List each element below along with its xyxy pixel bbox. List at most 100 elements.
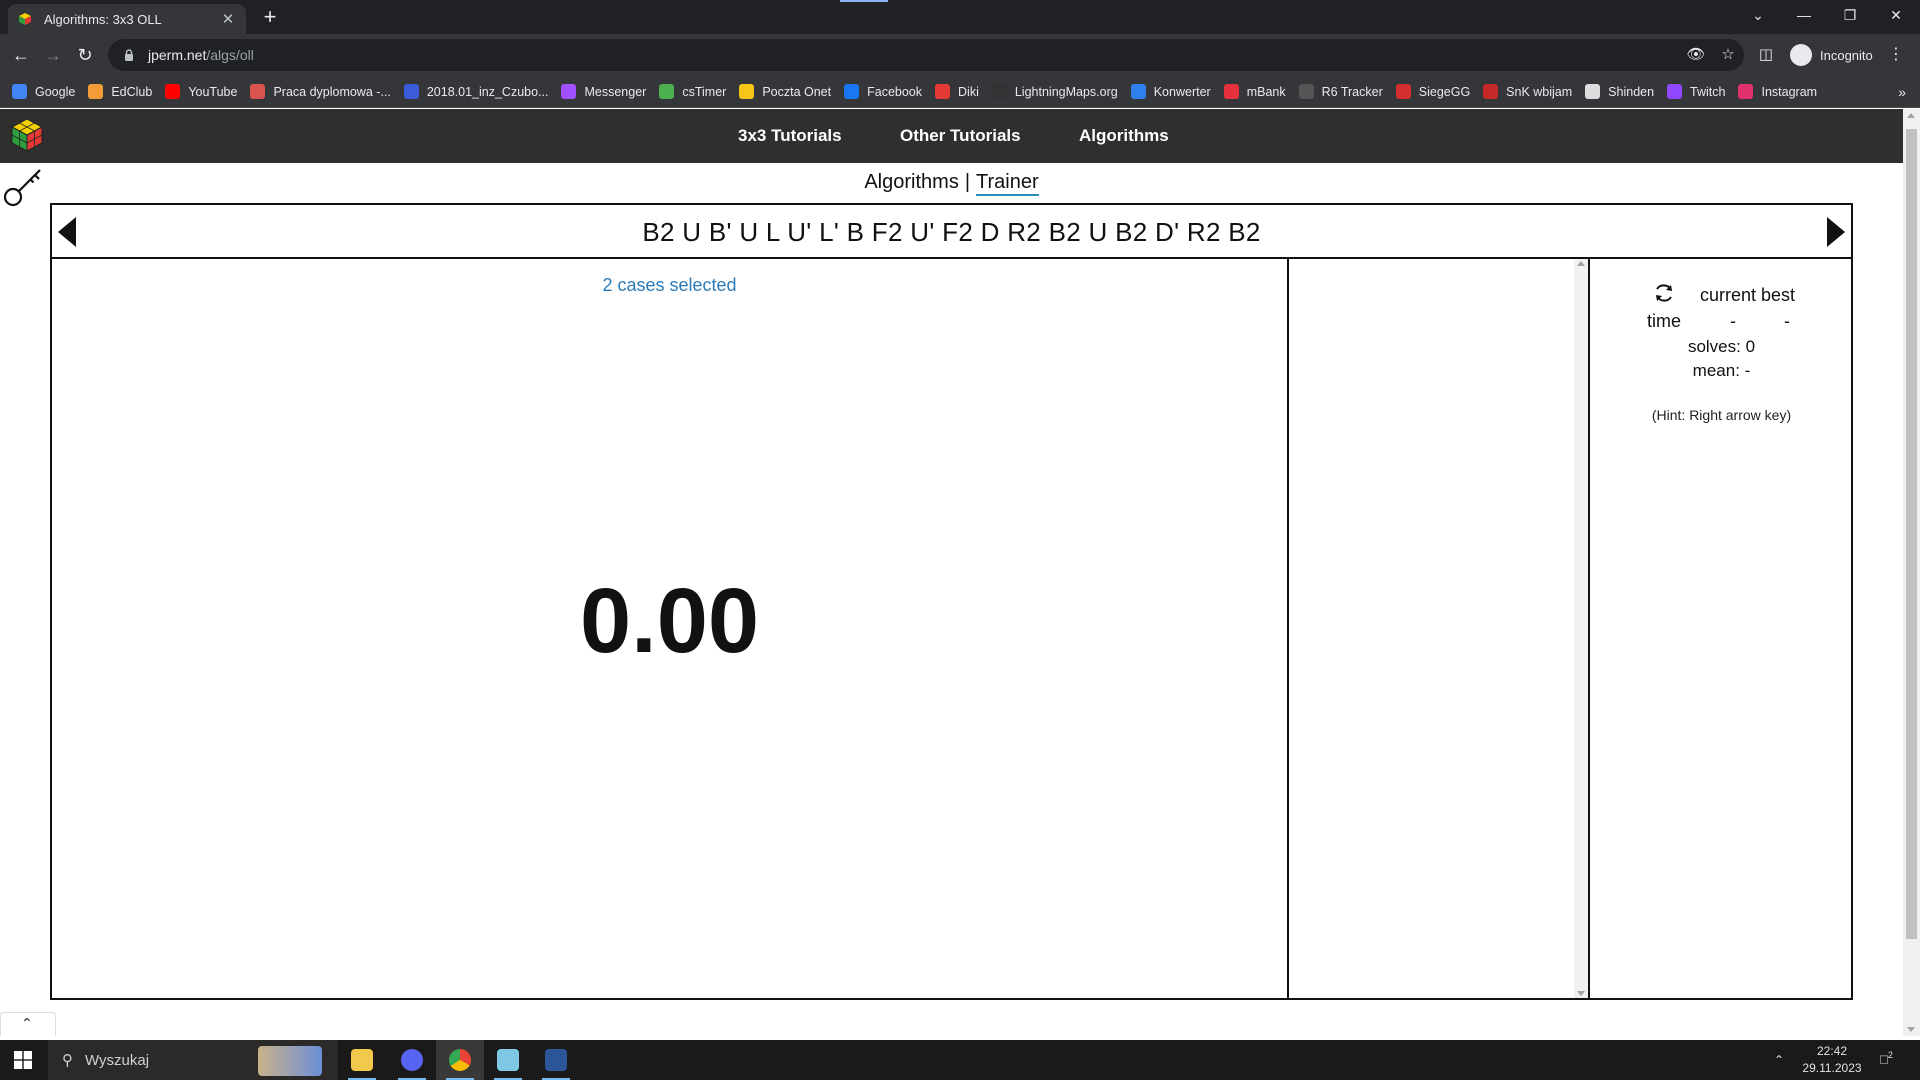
incognito-profile-button[interactable]: Incognito (1790, 40, 1873, 70)
restore-button[interactable]: ❐ (1828, 0, 1872, 30)
bookmarks-bar: Google EdClub YouTube Praca dyplomowa -... 2… (0, 76, 1920, 108)
page-scroll-down-icon[interactable] (1907, 1027, 1915, 1032)
clock-time: 22:42 (1816, 1044, 1848, 1058)
page-scroll-up-icon[interactable] (1907, 113, 1915, 118)
bookmark-item[interactable]: 2018.01_inz_Czubo... (403, 84, 549, 99)
bookmark-item[interactable]: Poczta Onet (739, 84, 831, 99)
next-scramble-arrow-icon[interactable] (1827, 217, 1845, 247)
cube-logo-icon[interactable] (10, 117, 44, 153)
cases-selected-link[interactable]: 2 cases selected (52, 275, 1287, 296)
taskbar-search-box[interactable]: ⚲ Wyszukaj (48, 1040, 338, 1080)
bookmark-label: Diki (958, 84, 979, 99)
tray-overflow-icon[interactable]: ⌃ (1774, 1040, 1784, 1080)
bookmark-favicon-icon (844, 84, 860, 99)
bookmark-label: YouTube (188, 84, 238, 99)
scroll-up-arrow-icon[interactable] (1577, 261, 1585, 266)
bookmark-favicon-icon (1298, 84, 1314, 99)
discord-app[interactable] (388, 1040, 436, 1080)
bookmark-item[interactable]: Messenger (561, 84, 646, 99)
bookmark-item[interactable]: SnK wbijam (1483, 84, 1572, 99)
scroll-down-arrow-icon[interactable] (1577, 991, 1585, 996)
stats-header: current best (1592, 281, 1851, 307)
notepad-icon (497, 1049, 519, 1071)
nav-algorithms[interactable]: Algorithms (1079, 126, 1169, 146)
bookmark-item[interactable]: Shinden (1585, 84, 1654, 99)
bookmark-item[interactable]: Praca dyplomowa -... (250, 84, 391, 99)
bookmark-favicon-icon (12, 84, 27, 99)
timer-panel[interactable]: 2 cases selected 0.00 (52, 259, 1289, 998)
notification-center-icon[interactable]: □2 (1880, 1050, 1900, 1068)
bookmark-favicon-icon (659, 84, 675, 99)
notepad-app[interactable] (484, 1040, 532, 1080)
side-panel-icon[interactable]: ◫ (1756, 45, 1776, 63)
bookmark-favicon-icon (165, 84, 181, 99)
bookmark-favicon-icon (1667, 84, 1683, 99)
page-scrollbar[interactable] (1903, 109, 1920, 1036)
times-list-scrollbar[interactable] (1574, 259, 1588, 998)
chrome-menu-icon[interactable]: ⋮ (1888, 44, 1904, 64)
bookmark-item[interactable]: Facebook (844, 84, 922, 99)
windows-start-icon[interactable] (14, 1051, 32, 1069)
bookmark-item[interactable]: Twitch (1667, 84, 1725, 99)
nav-3x3-tutorials[interactable]: 3x3 Tutorials (738, 126, 842, 146)
algs-subnav: Algorithms | Trainer (0, 171, 1903, 196)
close-window-button[interactable]: ✕ (1874, 0, 1918, 30)
bookmark-label: 2018.01_inz_Czubo... (426, 84, 549, 99)
bookmark-item[interactable]: Diki (935, 84, 979, 99)
minimize-button[interactable]: — (1782, 0, 1826, 30)
stats-panel: current best time - - solves: 0 mean: - … (1592, 259, 1851, 998)
new-tab-button[interactable]: + (258, 5, 282, 29)
word-app[interactable] (532, 1040, 580, 1080)
search-highlight-image (258, 1046, 322, 1076)
taskbar-clock[interactable]: 22:42 29.11.2023 (1792, 1043, 1872, 1077)
bookmark-item[interactable]: EdClub (88, 84, 152, 99)
forward-button[interactable]: → (40, 42, 66, 68)
bookmark-item[interactable]: SiegeGG (1395, 84, 1470, 99)
search-icon: ⚲ (62, 1052, 73, 1069)
bookmark-item[interactable]: csTimer (659, 84, 726, 99)
bookmark-item[interactable]: LightningMaps.org (991, 84, 1118, 99)
bookmark-label: Google (35, 84, 76, 99)
download-shelf-toggle[interactable]: ⌃ (0, 1012, 56, 1036)
bookmark-item[interactable]: R6 Tracker (1298, 84, 1383, 99)
folder-icon (351, 1049, 373, 1071)
trainer-box: B2 U B' U L U' L' B F2 U' F2 D R2 B2 U B… (50, 203, 1853, 1000)
mean-value: mean: - (1692, 361, 1751, 380)
tab-title: Algorithms: 3x3 OLL (44, 11, 162, 27)
subnav-algorithms-link[interactable]: Algorithms (864, 171, 958, 193)
url-path: /algs/oll (206, 47, 254, 63)
bookmark-item[interactable]: YouTube (165, 84, 237, 99)
bookmark-favicon-icon (403, 84, 419, 99)
bookmark-label: Praca dyplomowa -... (273, 84, 391, 99)
bookmark-item[interactable]: Konwerter (1130, 84, 1211, 99)
chrome-app[interactable] (436, 1040, 484, 1080)
bookmark-favicon-icon (1395, 84, 1411, 99)
bookmark-favicon-icon (250, 84, 266, 99)
tab-close-icon[interactable]: ✕ (220, 10, 236, 28)
refresh-icon[interactable] (1652, 281, 1676, 305)
tracking-off-icon[interactable]: 👁 (1686, 45, 1706, 63)
reload-button[interactable]: ↻ (72, 42, 98, 68)
back-button[interactable]: ← (8, 42, 34, 68)
page-scroll-thumb[interactable] (1906, 129, 1917, 939)
tab-search-icon[interactable]: ⌄ (1736, 0, 1780, 30)
bookmark-item[interactable]: Google (12, 84, 75, 99)
incognito-icon (1790, 44, 1812, 66)
browser-tab[interactable]: Algorithms: 3x3 OLL ✕ (8, 4, 246, 34)
bookmark-label: mBank (1246, 84, 1286, 99)
address-bar[interactable]: jperm.net/algs/oll (108, 39, 1744, 71)
bookmark-star-icon[interactable]: ☆ (1718, 45, 1738, 63)
chevron-up-icon: ⌃ (21, 1015, 33, 1031)
time-label: time (1647, 311, 1682, 331)
bookmark-favicon-icon (1130, 84, 1146, 99)
bookmarks-overflow-icon[interactable]: » (1898, 84, 1906, 100)
time-row: time - - (1592, 311, 1851, 333)
bookmark-favicon-icon (991, 84, 1007, 99)
subnav-trainer-link[interactable]: Trainer (976, 171, 1039, 196)
bookmark-item[interactable]: mBank (1223, 84, 1286, 99)
file-explorer-app[interactable] (338, 1040, 386, 1080)
nav-other-tutorials[interactable]: Other Tutorials (900, 126, 1021, 146)
bookmark-item[interactable]: Instagram (1738, 84, 1817, 99)
best-time-value: - (1784, 311, 1790, 331)
bookmark-favicon-icon (88, 84, 104, 99)
